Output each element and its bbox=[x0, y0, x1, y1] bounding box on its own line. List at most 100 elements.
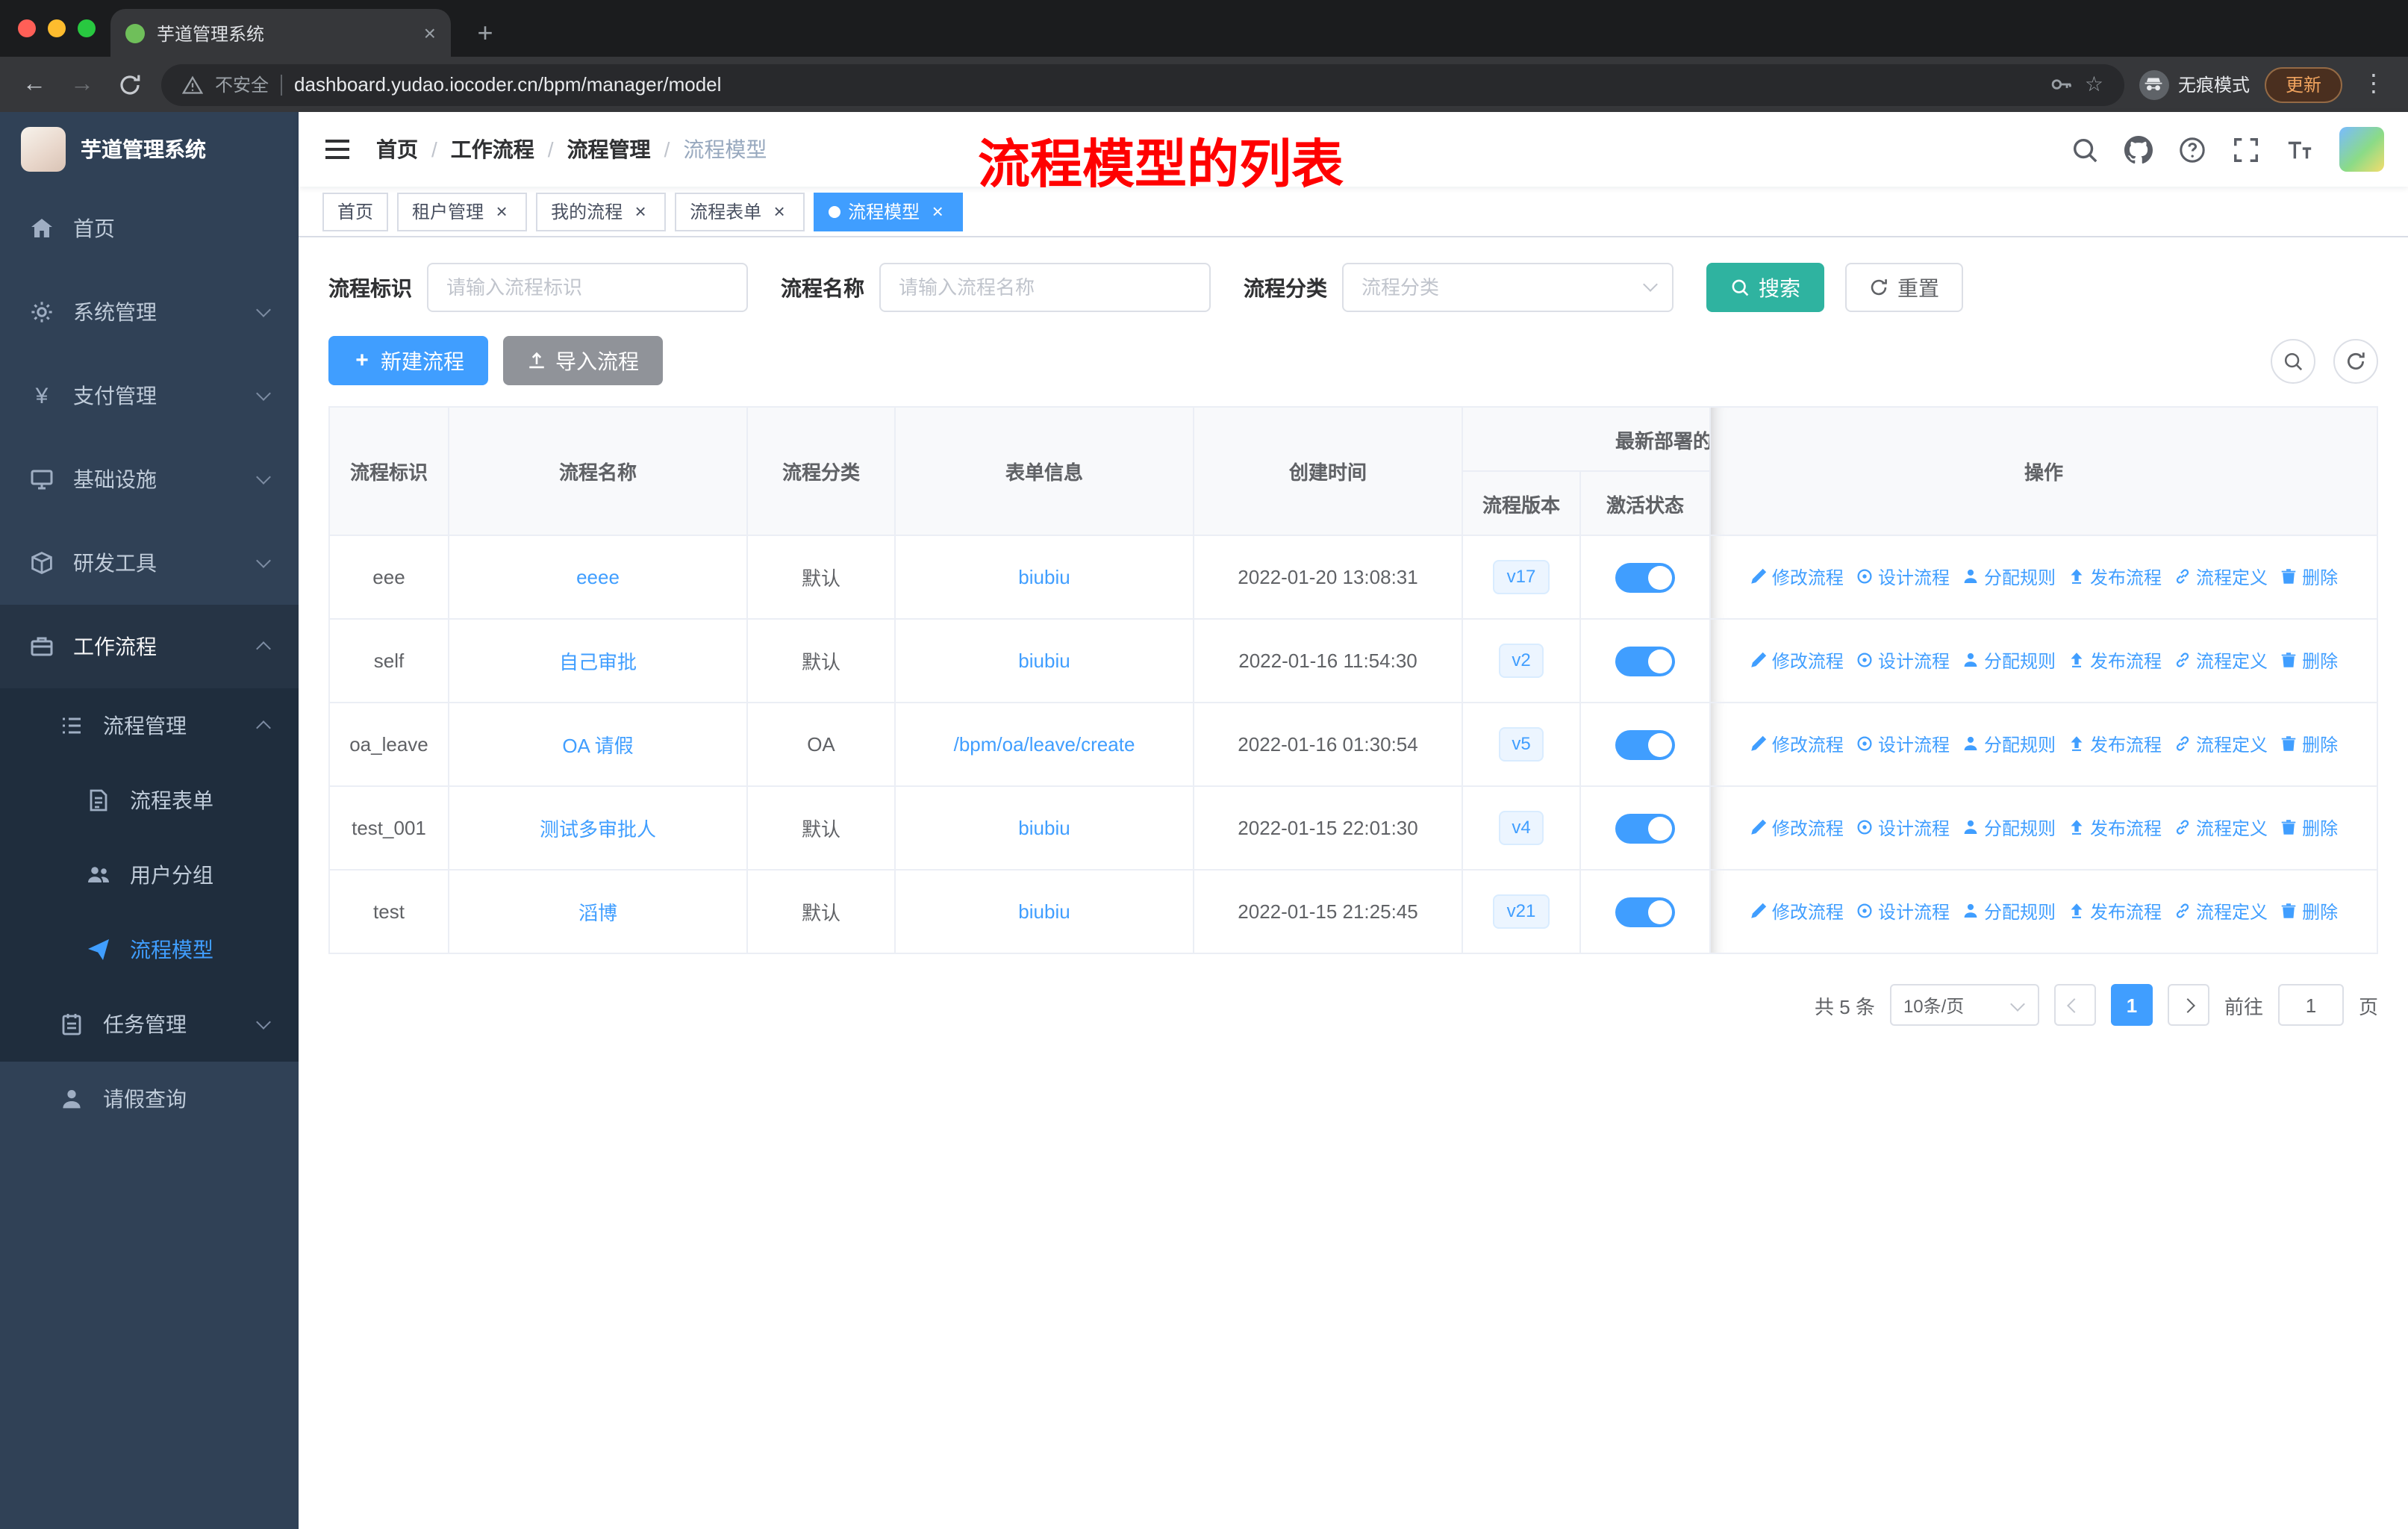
row-action-edit[interactable]: 修改流程 bbox=[1750, 648, 1844, 673]
sidebar-item-process-model[interactable]: 流程模型 bbox=[0, 912, 299, 987]
import-process-button[interactable]: 导入流程 bbox=[503, 336, 663, 385]
process-name-input[interactable] bbox=[879, 263, 1211, 312]
row-action-definition[interactable]: 流程定义 bbox=[2174, 732, 2268, 757]
row-action-assign[interactable]: 分配规则 bbox=[1962, 899, 2056, 924]
process-name-link[interactable]: OA 请假 bbox=[562, 735, 633, 757]
page-size-select[interactable]: 10条/页 bbox=[1889, 984, 2039, 1026]
row-action-publish[interactable]: 发布流程 bbox=[2068, 815, 2162, 841]
show-search-button[interactable] bbox=[2271, 338, 2315, 383]
github-icon[interactable] bbox=[2124, 135, 2153, 164]
create-process-button[interactable]: + 新建流程 bbox=[328, 336, 488, 385]
active-toggle[interactable] bbox=[1615, 729, 1675, 759]
row-action-delete[interactable]: 删除 bbox=[2280, 732, 2338, 757]
category-select-input[interactable] bbox=[1342, 263, 1674, 312]
row-action-edit[interactable]: 修改流程 bbox=[1750, 564, 1844, 590]
sidebar-item-process-management[interactable]: 流程管理 bbox=[0, 688, 299, 763]
process-name-link[interactable]: 滔博 bbox=[578, 902, 617, 924]
row-action-publish[interactable]: 发布流程 bbox=[2068, 648, 2162, 673]
row-action-definition[interactable]: 流程定义 bbox=[2174, 899, 2268, 924]
process-name-link[interactable]: eeee bbox=[576, 566, 620, 588]
browser-menu-icon[interactable]: ⋮ bbox=[2357, 72, 2390, 96]
form-info-link[interactable]: biubiu bbox=[1018, 650, 1070, 672]
prev-page-button[interactable] bbox=[2053, 984, 2096, 1026]
back-button[interactable]: ← bbox=[18, 72, 51, 96]
row-action-assign[interactable]: 分配规则 bbox=[1962, 648, 2056, 673]
row-action-assign[interactable]: 分配规则 bbox=[1962, 815, 2056, 841]
tab-close-icon[interactable]: × bbox=[424, 22, 436, 43]
form-info-link[interactable]: biubiu bbox=[1018, 566, 1070, 588]
active-toggle[interactable] bbox=[1615, 562, 1675, 592]
new-tab-button[interactable]: + bbox=[469, 19, 502, 46]
goto-page-input[interactable] bbox=[2277, 984, 2344, 1026]
row-action-design[interactable]: 设计流程 bbox=[1856, 564, 1950, 590]
form-info-link[interactable]: /bpm/oa/leave/create bbox=[954, 733, 1135, 756]
search-icon[interactable] bbox=[2071, 135, 2099, 164]
refresh-table-button[interactable] bbox=[2333, 338, 2378, 383]
row-action-assign[interactable]: 分配规则 bbox=[1962, 564, 2056, 590]
sidebar-item-system[interactable]: 系统管理 bbox=[0, 270, 299, 354]
sidebar-item-process-form[interactable]: 流程表单 bbox=[0, 763, 299, 838]
sidebar-item-payment[interactable]: ¥ 支付管理 bbox=[0, 354, 299, 437]
process-name-link[interactable]: 自己审批 bbox=[559, 651, 637, 673]
font-size-icon[interactable] bbox=[2286, 135, 2314, 164]
row-action-delete[interactable]: 删除 bbox=[2280, 564, 2338, 590]
active-toggle[interactable] bbox=[1615, 897, 1675, 927]
row-action-definition[interactable]: 流程定义 bbox=[2174, 648, 2268, 673]
minimize-window-button[interactable] bbox=[48, 19, 66, 37]
page-number-current[interactable]: 1 bbox=[2110, 984, 2153, 1026]
help-icon[interactable] bbox=[2178, 135, 2206, 164]
row-action-design[interactable]: 设计流程 bbox=[1856, 732, 1950, 757]
sidebar-item-task-management[interactable]: 任务管理 bbox=[0, 987, 299, 1062]
breadcrumb-item[interactable]: 工作流程 bbox=[451, 134, 534, 164]
breadcrumb-item[interactable]: 首页 bbox=[376, 134, 418, 164]
row-action-publish[interactable]: 发布流程 bbox=[2068, 564, 2162, 590]
row-action-definition[interactable]: 流程定义 bbox=[2174, 815, 2268, 841]
fullscreen-icon[interactable] bbox=[2232, 135, 2260, 164]
row-action-edit[interactable]: 修改流程 bbox=[1750, 815, 1844, 841]
row-action-edit[interactable]: 修改流程 bbox=[1750, 899, 1844, 924]
update-button[interactable]: 更新 bbox=[2264, 66, 2342, 102]
row-action-design[interactable]: 设计流程 bbox=[1856, 815, 1950, 841]
forward-button[interactable]: → bbox=[66, 72, 99, 96]
sidebar-item-home[interactable]: 首页 bbox=[0, 187, 299, 270]
row-action-delete[interactable]: 删除 bbox=[2280, 648, 2338, 673]
close-icon[interactable]: × bbox=[769, 201, 790, 222]
row-action-publish[interactable]: 发布流程 bbox=[2068, 732, 2162, 757]
user-avatar[interactable] bbox=[2339, 127, 2384, 172]
active-toggle[interactable] bbox=[1615, 813, 1675, 843]
address-bar[interactable]: 不安全 dashboard.yudao.iocoder.cn/bpm/manag… bbox=[161, 63, 2124, 105]
tag-tenant[interactable]: 租户管理 × bbox=[397, 192, 528, 231]
password-key-icon[interactable] bbox=[2050, 73, 2073, 96]
search-button[interactable]: 搜索 bbox=[1706, 263, 1824, 312]
breadcrumb-item[interactable]: 流程管理 bbox=[567, 134, 651, 164]
next-page-button[interactable] bbox=[2167, 984, 2209, 1026]
row-action-definition[interactable]: 流程定义 bbox=[2174, 564, 2268, 590]
tag-process-model[interactable]: 流程模型 × bbox=[814, 192, 964, 231]
reload-button[interactable] bbox=[113, 72, 146, 96]
sidebar-item-infrastructure[interactable]: 基础设施 bbox=[0, 437, 299, 521]
active-toggle[interactable] bbox=[1615, 646, 1675, 676]
app-logo[interactable]: 芋道管理系统 bbox=[0, 112, 299, 187]
hamburger-icon[interactable] bbox=[322, 134, 352, 164]
row-action-edit[interactable]: 修改流程 bbox=[1750, 732, 1844, 757]
sidebar-item-user-group[interactable]: 用户分组 bbox=[0, 838, 299, 912]
process-name-link[interactable]: 测试多审批人 bbox=[540, 818, 656, 841]
reset-button[interactable]: 重置 bbox=[1845, 263, 1963, 312]
sidebar-item-devtools[interactable]: 研发工具 bbox=[0, 521, 299, 605]
tag-my-process[interactable]: 我的流程 × bbox=[536, 192, 667, 231]
tag-process-form[interactable]: 流程表单 × bbox=[675, 192, 805, 231]
row-action-assign[interactable]: 分配规则 bbox=[1962, 732, 2056, 757]
bookmark-star-icon[interactable]: ☆ bbox=[2085, 72, 2103, 97]
browser-tab[interactable]: 芋道管理系统 × bbox=[110, 9, 451, 57]
row-action-design[interactable]: 设计流程 bbox=[1856, 899, 1950, 924]
category-select[interactable] bbox=[1342, 263, 1674, 312]
form-info-link[interactable]: biubiu bbox=[1018, 817, 1070, 839]
row-action-delete[interactable]: 删除 bbox=[2280, 815, 2338, 841]
zoom-window-button[interactable] bbox=[78, 19, 96, 37]
process-key-input[interactable] bbox=[427, 263, 748, 312]
close-icon[interactable]: × bbox=[927, 201, 948, 222]
sidebar-item-leave-query[interactable]: 请假查询 bbox=[0, 1062, 299, 1136]
row-action-design[interactable]: 设计流程 bbox=[1856, 648, 1950, 673]
sidebar-item-workflow[interactable]: 工作流程 bbox=[0, 605, 299, 688]
close-icon[interactable]: × bbox=[630, 201, 651, 222]
